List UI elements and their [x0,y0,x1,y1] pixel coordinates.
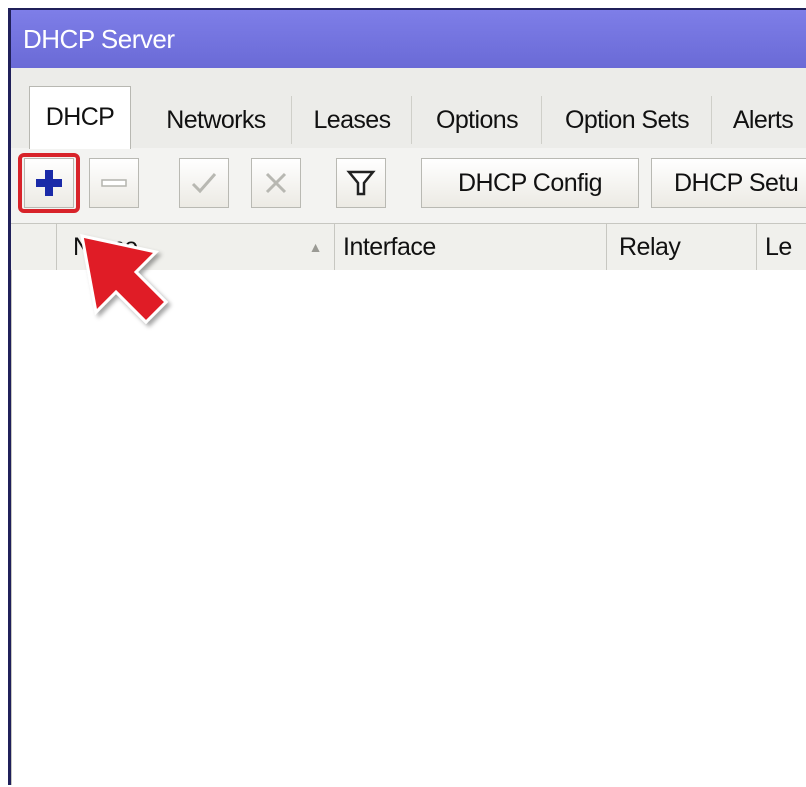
cross-icon [265,172,287,194]
tab-label: Networks [166,106,266,134]
remove-button[interactable] [89,158,139,208]
tab-alerts[interactable]: Alerts [713,96,806,144]
window-title: DHCP Server [23,24,175,54]
check-icon [191,173,217,194]
minus-icon [101,179,127,187]
sort-ascending-icon: ▲ [308,239,323,255]
dhcp-config-label: DHCP Config [457,168,603,197]
toolbar: DHCP Config DHCP Setu [11,148,806,223]
column-header-flag[interactable] [11,224,57,270]
dhcp-setup-label: DHCP Setu [674,168,799,197]
column-header-lease[interactable]: Le [757,224,806,270]
tab-label: Alerts [732,106,794,134]
enable-button[interactable] [179,158,229,208]
column-header-lease-label: Le [765,233,792,261]
tab-label: Leases [313,106,391,134]
dhcp-server-window: DHCP Server DHCP Networks Leases Options… [8,8,806,785]
tab-dhcp[interactable]: DHCP [29,86,131,149]
disable-button[interactable] [251,158,301,208]
dhcp-config-button[interactable]: DHCP Config [421,158,639,208]
window-titlebar[interactable]: DHCP Server [11,10,806,68]
column-header-interface-label: Interface [343,233,436,261]
column-header-relay[interactable]: Relay [607,224,757,270]
tab-label: Options [436,106,519,134]
column-header-interface[interactable]: Interface [335,224,607,270]
filter-icon [346,170,376,196]
screenshot-canvas: DHCP Server DHCP Networks Leases Options… [0,0,806,787]
tab-bar: DHCP Networks Leases Options Option Sets… [11,68,806,149]
filter-button[interactable] [336,158,386,208]
tab-networks[interactable]: Networks [141,96,292,144]
tab-options[interactable]: Options [413,96,542,144]
tab-label: DHCP [45,103,115,131]
tab-label: Option Sets [564,106,690,134]
tab-option-sets[interactable]: Option Sets [543,96,712,144]
column-header-relay-label: Relay [619,233,681,261]
add-button-highlight [18,153,80,213]
tab-leases[interactable]: Leases [293,96,412,144]
red-pointer-arrow-icon [80,234,169,325]
dhcp-setup-button[interactable]: DHCP Setu [651,158,806,208]
